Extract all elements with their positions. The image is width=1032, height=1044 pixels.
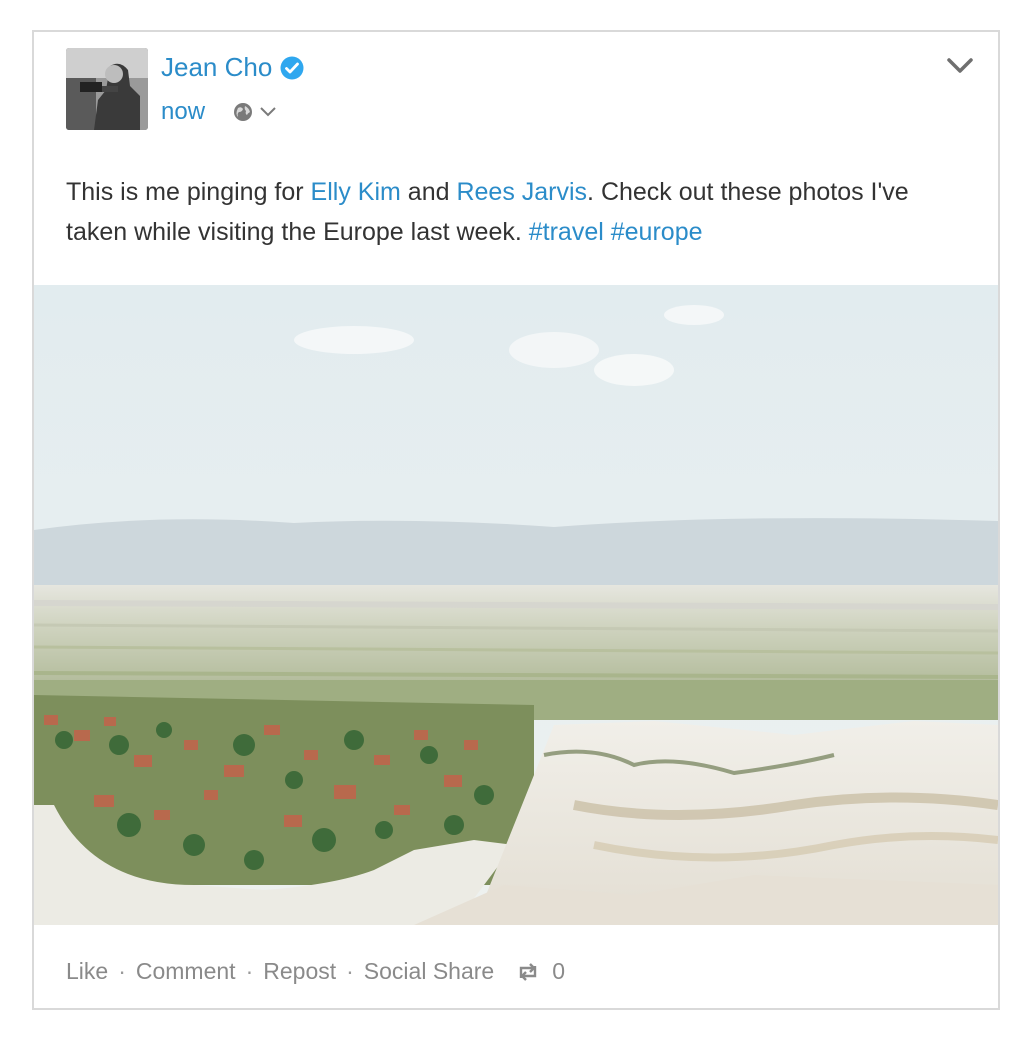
social-share-link[interactable]: Social Share: [364, 958, 494, 985]
post-text-part: [604, 218, 611, 246]
separator: ·: [245, 958, 254, 984]
repost-counter[interactable]: 0: [516, 958, 565, 985]
post-actions: Like · Comment · Repost · Social Share 0: [66, 958, 565, 985]
separator: ·: [346, 958, 354, 984]
timestamp[interactable]: now: [161, 98, 205, 126]
mention-elly-kim[interactable]: Elly Kim: [311, 178, 401, 206]
post-text-part: This is me pinging for: [66, 178, 311, 206]
post-options-chevron-icon[interactable]: [946, 56, 974, 76]
post-meta: now: [161, 98, 277, 126]
avatar[interactable]: [66, 48, 148, 130]
repost-count: 0: [552, 958, 566, 984]
author-name-label: Jean Cho: [161, 52, 273, 82]
post-photo[interactable]: [34, 285, 998, 925]
avatar-photo: [66, 48, 148, 130]
landscape-photo: [34, 285, 998, 925]
author-name[interactable]: Jean Cho: [161, 52, 304, 83]
repost-icon: [520, 962, 537, 981]
chevron-down-icon: [260, 107, 276, 117]
like-link[interactable]: Like: [66, 958, 108, 985]
post-text: This is me pinging for Elly Kim and Rees…: [66, 172, 966, 252]
repost-link[interactable]: Repost: [263, 958, 336, 985]
globe-icon: [234, 103, 253, 121]
hashtag-europe[interactable]: #europe: [611, 218, 703, 246]
mention-rees-jarvis[interactable]: Rees Jarvis: [456, 178, 587, 206]
hashtag-travel[interactable]: #travel: [529, 218, 604, 246]
post-card: Jean Cho now This is me pinging for Elly…: [32, 30, 1000, 1010]
post-text-part: and: [400, 178, 457, 206]
comment-link[interactable]: Comment: [136, 958, 236, 985]
verified-check-icon: [280, 56, 304, 79]
visibility-dropdown[interactable]: [233, 102, 277, 122]
separator: ·: [118, 958, 126, 984]
